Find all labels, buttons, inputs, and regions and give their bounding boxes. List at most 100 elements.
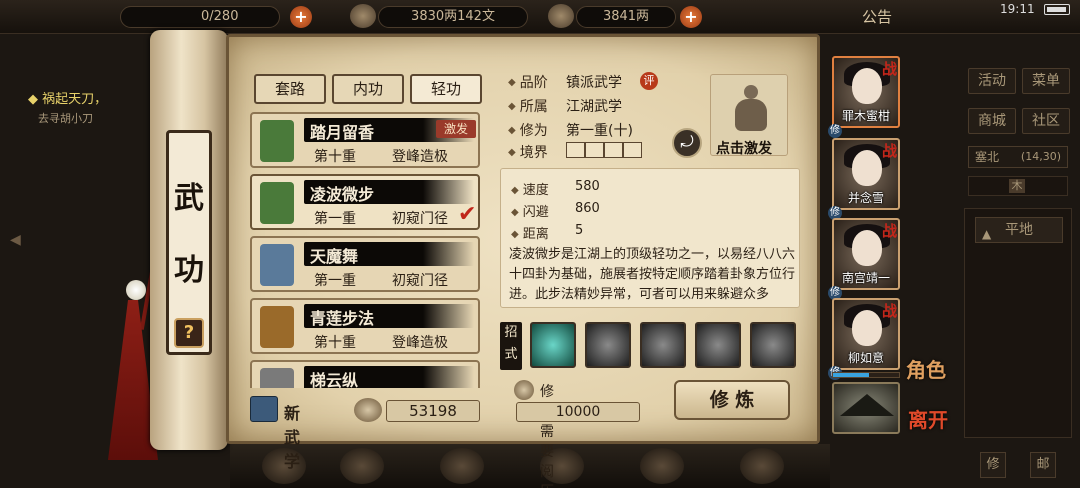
skill-card[interactable]: 梯云纵 bbox=[250, 360, 480, 388]
move-icon-2[interactable] bbox=[585, 322, 631, 368]
silver-ingot-icon bbox=[548, 4, 574, 28]
grade-label: 品阶 bbox=[508, 72, 548, 92]
straw-hat-icon bbox=[840, 394, 894, 416]
skill-level: 第十重 bbox=[314, 335, 356, 351]
swap-icon[interactable]: ⤾ bbox=[672, 128, 702, 158]
party-member-5[interactable] bbox=[832, 382, 900, 434]
new-skill-label: 新武学 bbox=[284, 404, 301, 471]
leave-button[interactable]: 离开 bbox=[908, 404, 948, 433]
skill-level: 第一重 bbox=[314, 273, 356, 289]
stats-box: 速度 580 闪避 860 距离 5 凌波微步是江湖上的顶级轻功之一，以易经八八… bbox=[500, 168, 800, 308]
portrait-face bbox=[852, 230, 882, 266]
quest-tracker[interactable]: ◆ 祸起天刀， 去寻胡小刀 bbox=[28, 80, 158, 140]
compass-marker: 木 bbox=[1009, 179, 1025, 193]
stat-value: 5 bbox=[575, 223, 584, 238]
terrain-label: 平地 bbox=[1005, 222, 1033, 238]
skill-name: 青莲步法 bbox=[310, 309, 375, 328]
experience-book-icon bbox=[514, 380, 534, 400]
battle-tag: 战 bbox=[882, 222, 898, 240]
dock-button-6[interactable] bbox=[740, 448, 784, 484]
grade-value: 镇派武学 bbox=[566, 75, 622, 91]
move-icon-5[interactable] bbox=[750, 322, 796, 368]
figure-body bbox=[735, 99, 767, 131]
book-icon bbox=[260, 368, 294, 388]
skill-name: 梯云纵 bbox=[310, 371, 359, 388]
dock-button-3[interactable] bbox=[440, 448, 484, 484]
clock: 19:11 bbox=[1000, 2, 1035, 16]
tab-routine[interactable]: 套路 bbox=[254, 74, 326, 104]
collapse-arrow-icon[interactable]: ◀ bbox=[10, 232, 26, 254]
notice-button[interactable]: 公告 bbox=[862, 6, 892, 27]
terrain-button[interactable]: ▲ 平地 bbox=[975, 217, 1063, 243]
silver-display: 3841两 bbox=[576, 6, 676, 28]
compass-bar: 木 bbox=[968, 176, 1068, 196]
skill-name: 凌波微步 bbox=[310, 185, 375, 204]
shop-button[interactable]: 商城 bbox=[968, 108, 1016, 134]
battery-icon bbox=[1044, 4, 1070, 15]
skill-stage: 初窥门径 bbox=[392, 211, 448, 227]
realm-slot bbox=[585, 142, 604, 158]
skill-card[interactable]: 踏月留香 激发 第十重 登峰造极 bbox=[250, 112, 480, 168]
realm-slot bbox=[623, 142, 642, 158]
copper-value: 3830两142文 bbox=[411, 9, 495, 24]
community-button[interactable]: 社区 bbox=[1022, 108, 1070, 134]
experience-book-icon bbox=[354, 398, 382, 422]
skill-name: 天魔舞 bbox=[310, 247, 359, 266]
tab-lightness-skill[interactable]: 轻功 bbox=[410, 74, 482, 104]
role-button[interactable]: 角色 bbox=[906, 354, 946, 383]
skill-stage: 初窥门径 bbox=[392, 273, 448, 289]
menu-button[interactable]: 菜单 bbox=[1022, 68, 1070, 94]
location-name: 塞北 bbox=[975, 150, 1000, 164]
title-char-2: 功 bbox=[174, 253, 204, 288]
rating-badge[interactable]: 评 bbox=[640, 72, 658, 90]
experience-value: 53198 bbox=[386, 400, 480, 422]
move-icon-1[interactable] bbox=[530, 322, 576, 368]
health-bar-fill bbox=[833, 373, 870, 377]
help-button[interactable]: ? bbox=[174, 318, 204, 348]
activity-button[interactable]: 活动 bbox=[968, 68, 1016, 94]
tab-inner-skill[interactable]: 内功 bbox=[332, 74, 404, 104]
realm-slot bbox=[566, 142, 585, 158]
skill-tag: 修 bbox=[828, 124, 842, 138]
add-stamina-button[interactable]: + bbox=[290, 6, 312, 28]
battle-tag: 战 bbox=[882, 142, 898, 160]
party-member-name: 罪木蜜柑 bbox=[841, 109, 890, 123]
school-value: 江湖武学 bbox=[566, 99, 622, 115]
activate-label[interactable]: 点击激发 bbox=[716, 138, 772, 158]
realm-label: 境界 bbox=[508, 142, 548, 162]
add-silver-button[interactable]: + bbox=[680, 6, 702, 28]
stamina-display: 0/280 bbox=[120, 6, 280, 28]
skill-stage: 登峰造极 bbox=[392, 335, 448, 351]
skill-name: 踏月留香 bbox=[310, 123, 375, 142]
mountain-icon: ▲ bbox=[982, 227, 992, 241]
skill-level: 第十重 bbox=[314, 149, 356, 165]
stat-value: 860 bbox=[575, 201, 600, 216]
scroll-icon bbox=[260, 244, 294, 286]
quest-subtitle: 去寻胡小刀 bbox=[38, 112, 93, 125]
cultivation-label: 修为 bbox=[508, 120, 548, 140]
quest-title: ◆ 祸起天刀， bbox=[28, 92, 108, 107]
meditating-figure-icon bbox=[744, 85, 758, 99]
move-icon-3[interactable] bbox=[640, 322, 686, 368]
skill-card-selected[interactable]: 凌波微步 第一重 初窥门径 ✔ bbox=[250, 174, 480, 230]
skill-list[interactable]: 踏月留香 激发 第十重 登峰造极 凌波微步 第一重 初窥门径 ✔ 天魔舞 第一重… bbox=[250, 112, 482, 388]
location-display: 塞北 (14,30) bbox=[968, 146, 1068, 168]
skill-card[interactable]: 青莲步法 第十重 登峰造极 bbox=[250, 298, 480, 354]
skill-card[interactable]: 天魔舞 第一重 初窥门径 bbox=[250, 236, 480, 292]
silver-value: 3841两 bbox=[602, 9, 650, 24]
party-member-name: 南宫靖一 bbox=[841, 271, 890, 285]
requirement-value: 10000 bbox=[516, 402, 640, 422]
party-member-name: 并念雪 bbox=[847, 191, 884, 205]
train-button[interactable]: 修 炼 bbox=[674, 380, 790, 420]
move-icon-4[interactable] bbox=[695, 322, 741, 368]
skill-level: 第一重 bbox=[314, 211, 356, 227]
activated-badge: 激发 bbox=[436, 120, 476, 138]
mail-shortcut[interactable]: 邮 bbox=[1030, 452, 1056, 478]
dock-button-5[interactable] bbox=[640, 448, 684, 484]
top-bar: 0/280 + 3830两142文 3841两 + 公告 19:11 bbox=[0, 0, 1080, 34]
cultivate-shortcut[interactable]: 修 bbox=[980, 452, 1006, 478]
party-member-name: 柳如意 bbox=[847, 351, 884, 365]
skill-stage: 登峰造极 bbox=[392, 149, 448, 165]
dock-button-2[interactable] bbox=[340, 448, 384, 484]
stat-value: 580 bbox=[575, 179, 600, 194]
